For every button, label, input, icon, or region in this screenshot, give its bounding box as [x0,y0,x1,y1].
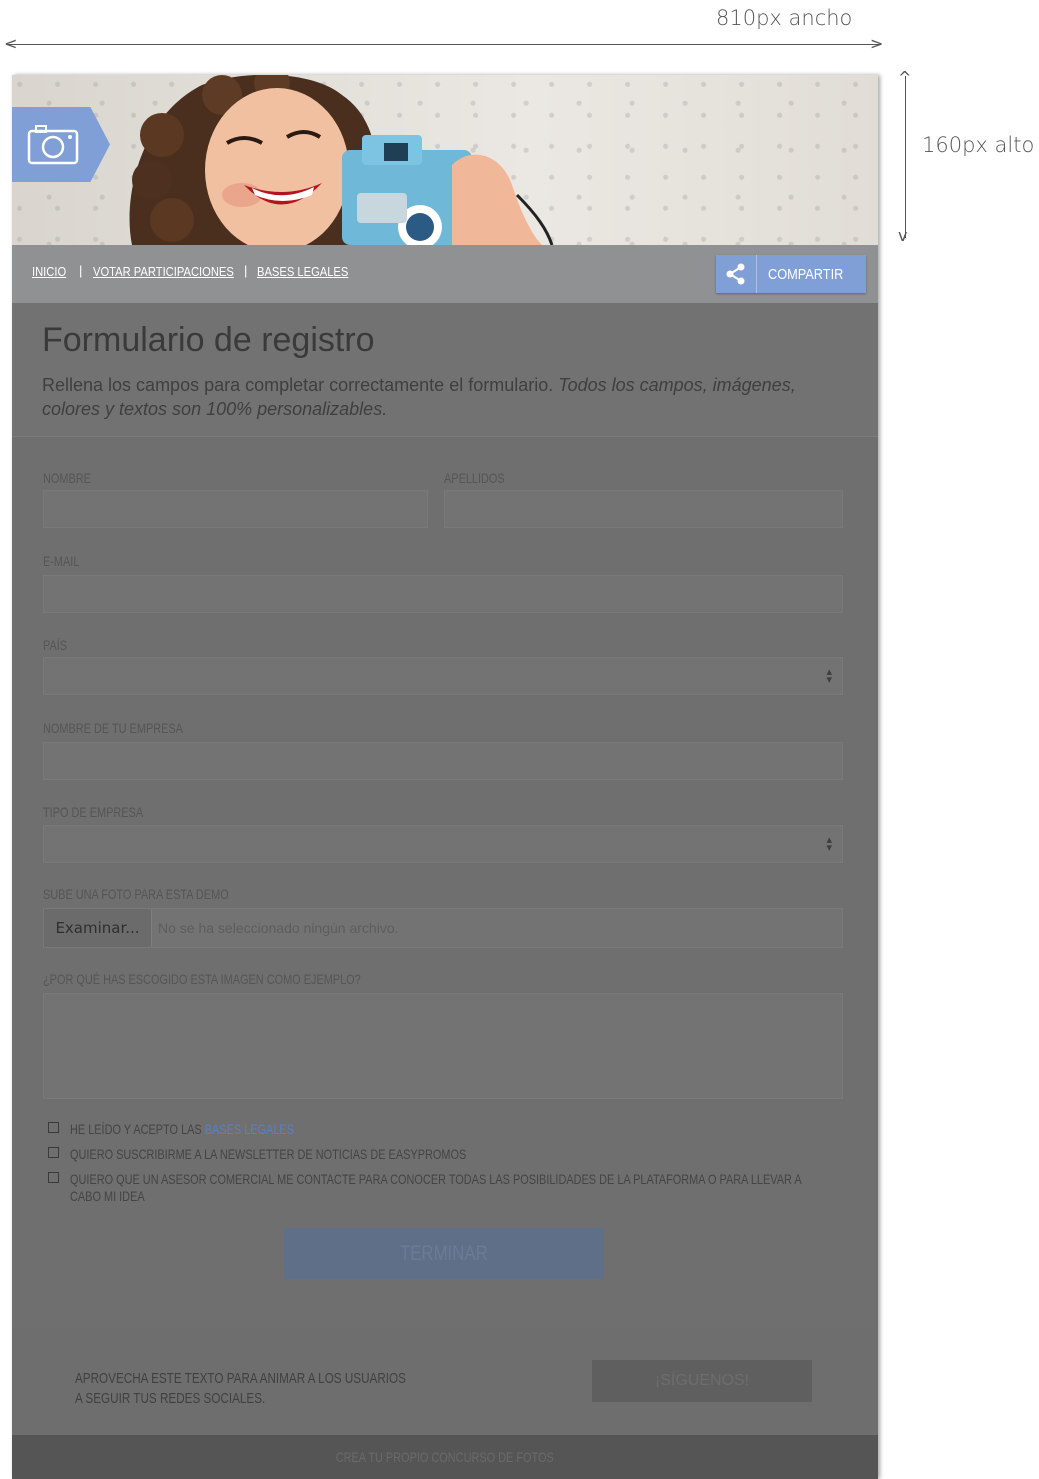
country-label: PAÍS [43,637,68,653]
reason-textarea[interactable] [43,993,843,1099]
share-label: COMPARTIR [768,266,844,283]
follow-button[interactable]: ¡SÍGUENOS! [592,1360,812,1402]
follow-text-line2: A SEGUIR TUS REDES SOCIALES. [75,1390,266,1407]
company-type-select[interactable]: ▴ ▾ [43,825,843,863]
footer: CREA TU PROPIO CONCURSO DE FOTOS [12,1435,878,1479]
nav-link-votar[interactable]: VOTAR PARTICIPACIONES [93,264,234,279]
company-input[interactable] [43,742,843,780]
nav-link-bases[interactable]: BASES LEGALES [257,264,348,279]
last-name-label: APELLIDOS [444,470,505,486]
app-frame: INICIO | VOTAR PARTICIPACIONES | BASES L… [12,75,878,1479]
submit-button[interactable]: TERMINAR [284,1228,604,1279]
contact-checkbox[interactable] [48,1172,59,1183]
follow-text: APROVECHA ESTE TEXTO PARA ANIMAR A LOS U… [75,1369,406,1409]
terms-link[interactable]: BASES LEGALES [205,1121,294,1137]
left-arrow-icon: < [4,34,18,53]
page-title: Formulario de registro [42,321,375,359]
email-label: E-MAIL [43,553,80,569]
footer-cta[interactable]: CREA TU PROPIO CONCURSO DE FOTOS [12,1449,878,1465]
width-dimension-line [8,44,880,45]
nav-separator: | [244,263,248,278]
social-follow-band: APROVECHA ESTE TEXTO PARA ANIMAR A LOS U… [12,1327,878,1435]
browse-button[interactable]: Examinar... [44,909,152,947]
email-field[interactable] [43,575,843,613]
first-name-label: NOMBRE [43,470,91,486]
camera-badge [12,107,110,182]
select-arrows-icon: ▴ ▾ [826,834,832,854]
photo-file-input[interactable]: Examinar... No se ha seleccionado ningún… [43,908,843,948]
width-annotation: 810px ancho [716,6,853,30]
company-label: NOMBRE DE TU EMPRESA [43,720,183,736]
submit-label: TERMINAR [400,1242,488,1265]
subtitle-text: Rellena los campos para completar correc… [42,375,559,395]
share-button[interactable]: COMPARTIR [716,255,866,293]
reason-label: ¿POR QUÉ HAS ESCOGIDO ESTA IMAGEN COMO E… [43,971,361,987]
height-dimension-line [905,76,906,238]
down-arrow-icon: v [898,226,908,245]
up-arrow-icon: ^ [898,68,912,87]
follow-text-line1: APROVECHA ESTE TEXTO PARA ANIMAR A LOS U… [75,1370,406,1387]
form-header: Formulario de registro Rellena los campo… [12,303,878,437]
contact-label: QUIERO QUE UN ASESOR COMERCIAL ME CONTAC… [70,1171,802,1204]
page-subtitle: Rellena los campos para completar correc… [42,373,822,421]
newsletter-checkbox[interactable] [48,1147,59,1158]
last-name-input[interactable] [444,490,843,528]
header-banner [12,75,878,245]
country-select[interactable]: ▴ ▾ [43,657,843,695]
navigation-bar: INICIO | VOTAR PARTICIPACIONES | BASES L… [12,245,878,303]
share-icon [716,255,757,293]
company-type-label: TIPO DE EMPRESA [43,804,144,820]
newsletter-label: QUIERO SUSCRIBIRME A LA NEWSLETTER DE NO… [70,1146,467,1162]
nav-link-inicio[interactable]: INICIO [32,264,66,279]
right-arrow-icon: > [870,34,884,53]
height-annotation: 160px alto [922,133,1035,157]
terms-checkbox[interactable] [48,1122,59,1133]
footer-cta-label: CREA TU PROPIO CONCURSO DE FOTOS [335,1449,555,1465]
nav-separator: | [79,263,83,278]
first-name-input[interactable] [43,490,428,528]
camera-icon [27,125,79,165]
terms-label: HE LEÍDO Y ACEPTO LAS BASES LEGALES [70,1121,803,1138]
file-status: No se ha seleccionado ningún archivo. [158,920,399,936]
photo-upload-label: SUBE UNA FOTO PARA ESTA DEMO [43,886,229,902]
select-arrows-icon: ▴ ▾ [826,666,832,686]
banner-photo-illustration [129,75,554,245]
terms-prefix: HE LEÍDO Y ACEPTO LAS [70,1121,205,1137]
